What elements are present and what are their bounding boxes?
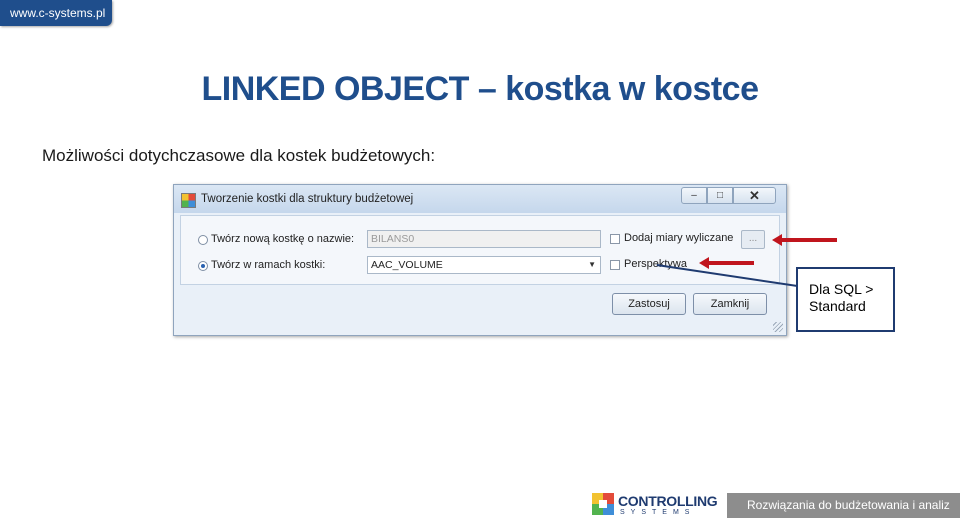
add-calculated-measures-checkbox[interactable] [610, 234, 620, 244]
chevron-down-icon[interactable]: ▼ [588, 257, 596, 273]
dialog-title: Tworzenie kostki dla struktury budżetowe… [201, 193, 414, 205]
perspective-checkbox[interactable] [610, 260, 620, 270]
existing-cube-radio[interactable] [198, 261, 208, 271]
annotation-arrow-perspective [699, 257, 754, 269]
close-button[interactable]: Zamknij [693, 293, 767, 315]
website-url-badge: www.c-systems.pl [0, 0, 112, 26]
slide-title: LINKED OBJECT – kostka w kostce [201, 70, 759, 108]
app-icon [181, 193, 196, 208]
annotation-arrow-ellipsis [772, 234, 837, 246]
new-cube-name-input[interactable]: BILANS0 [367, 230, 601, 248]
existing-cube-combo[interactable]: AAC_VOLUME ▼ [367, 256, 601, 274]
maximize-button[interactable]: □ [707, 187, 733, 204]
logo-icon [592, 493, 614, 515]
footer-tagline: Rozwiązania do budżetowania i analiz [727, 493, 960, 518]
apply-button[interactable]: Zastosuj [612, 293, 686, 315]
logo-subtitle: SYSTEMS [620, 509, 696, 516]
existing-cube-value: AAC_VOLUME [371, 259, 443, 271]
create-cube-dialog: Tworzenie kostki dla struktury budżetowe… [173, 184, 787, 336]
options-panel: Twórz nową kostkę o nazwie: BILANS0 Twór… [180, 215, 780, 285]
slide-subtitle: Możliwości dotychczasowe dla kostek budż… [42, 146, 436, 165]
new-cube-label: Twórz nową kostkę o nazwie: [211, 233, 355, 245]
ellipsis-button[interactable]: ... [741, 230, 765, 249]
close-window-button[interactable]: ✕ [733, 187, 776, 204]
existing-cube-label: Twórz w ramach kostki: [211, 259, 326, 271]
logo-name: CONTROLLING [618, 493, 718, 509]
resize-grip[interactable] [773, 322, 783, 332]
controlling-systems-logo: CONTROLLING SYSTEMS [590, 493, 718, 519]
add-calculated-measures-label: Dodaj miary wyliczane [624, 232, 734, 244]
dialog-titlebar: Tworzenie kostki dla struktury budżetowe… [174, 185, 786, 213]
callout-box: Dla SQL > Standard [796, 267, 895, 332]
minimize-button[interactable]: – [681, 187, 707, 204]
new-cube-radio[interactable] [198, 235, 208, 245]
